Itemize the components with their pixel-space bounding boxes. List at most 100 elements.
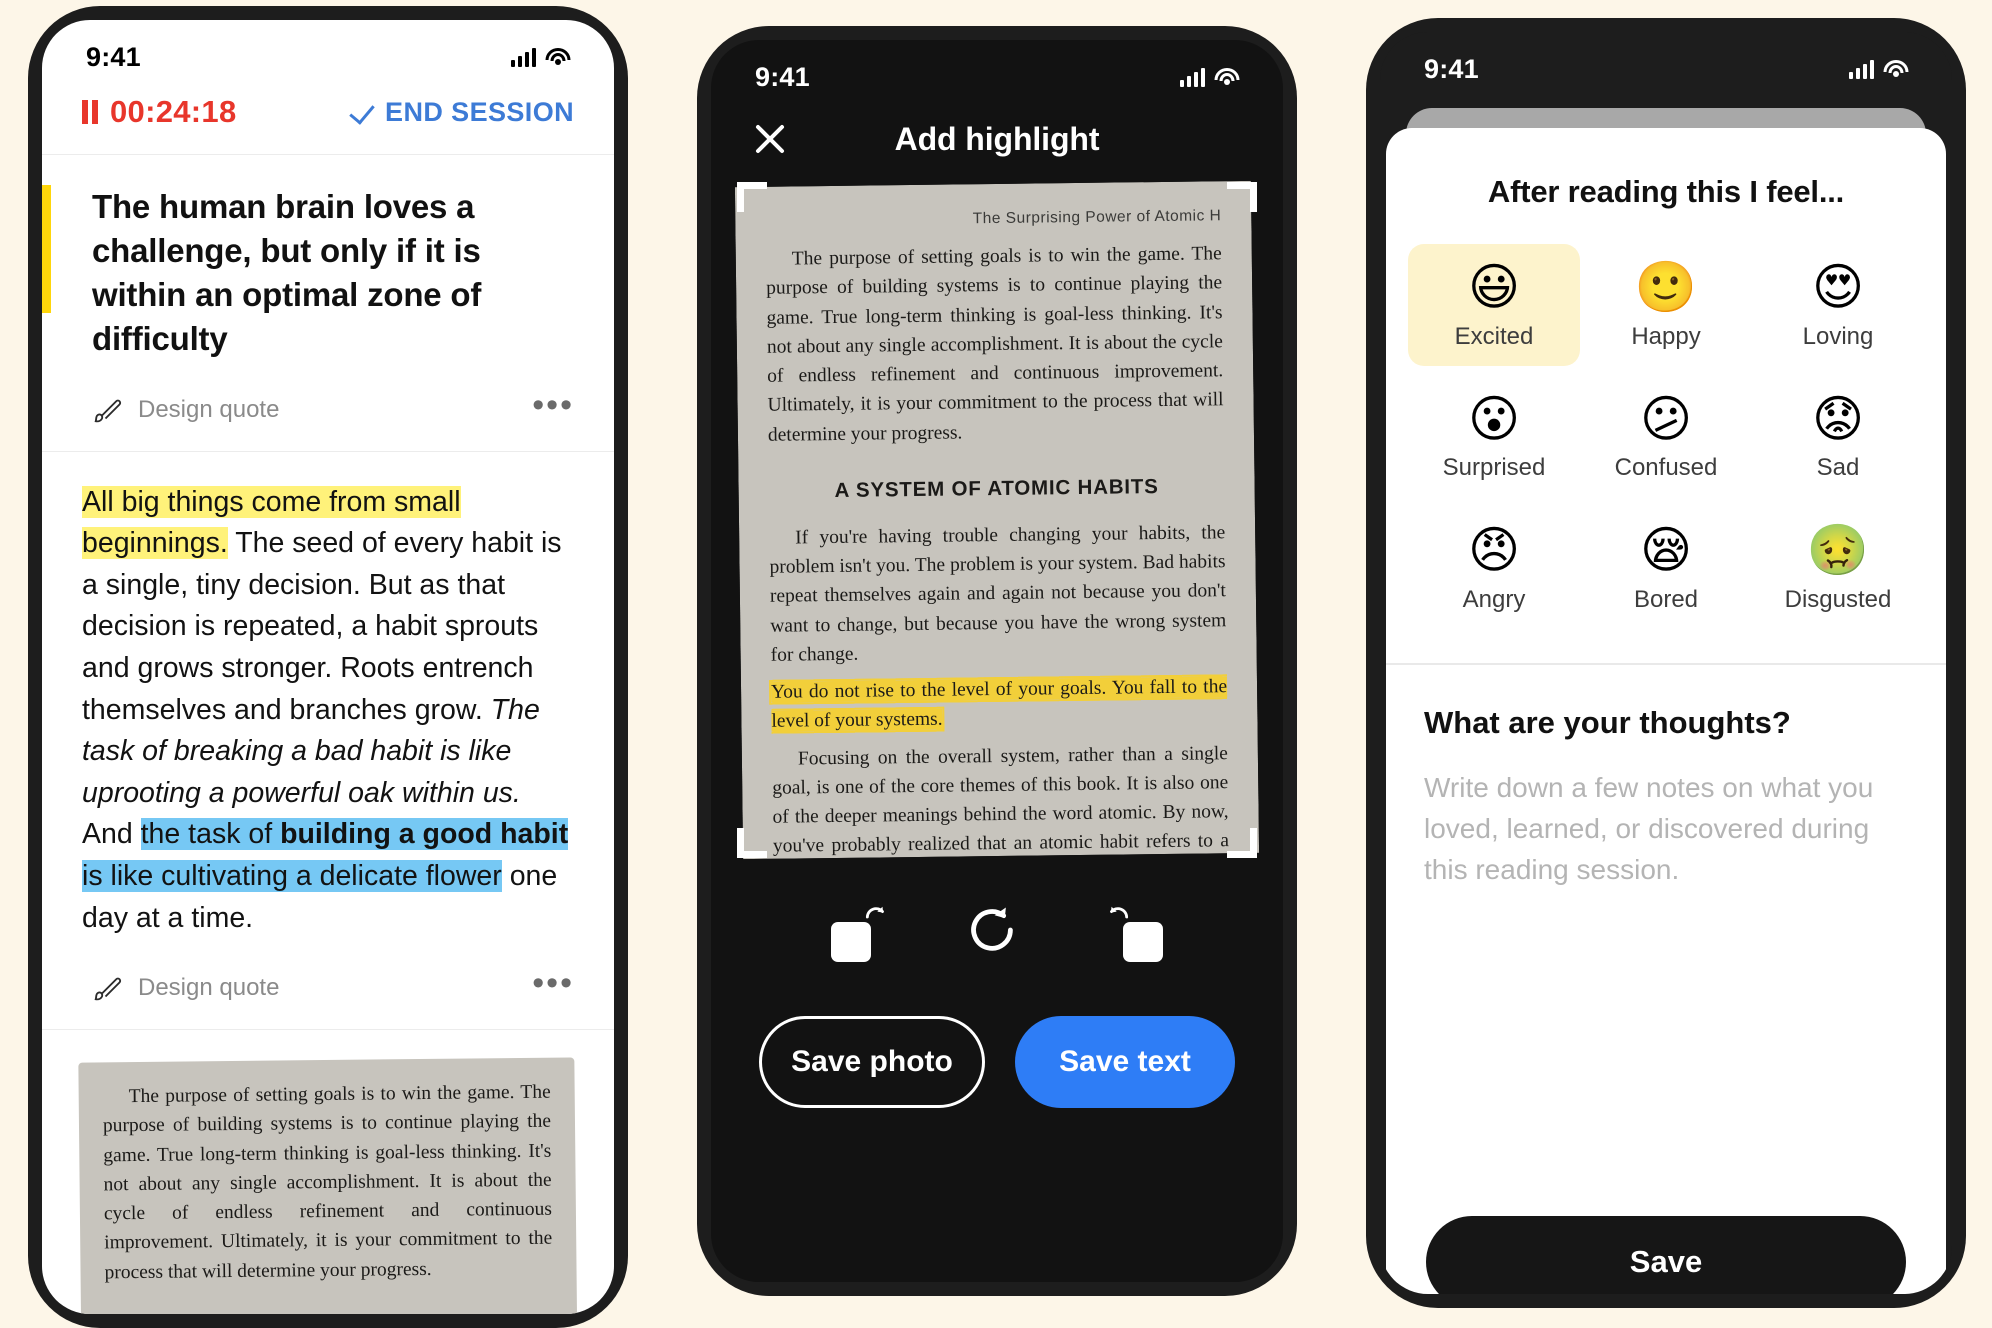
quote-source-2: Design quote	[92, 973, 279, 1003]
mood-label-excited: Excited	[1454, 322, 1534, 350]
mood-option-happy[interactable]: 🙂 Happy	[1580, 244, 1752, 366]
mood-option-loving[interactable]: 😍 Loving	[1752, 244, 1924, 366]
crop-handle-bottom-right[interactable]	[1227, 828, 1257, 858]
mood-option-angry[interactable]: 😠 Angry	[1408, 507, 1580, 629]
mood-label-confused: Confused	[1614, 454, 1718, 481]
mood-label-loving: Loving	[1802, 322, 1874, 350]
phone2-screen: 9:41 Add highlight The Surprising Power …	[711, 40, 1283, 1282]
crop-viewport[interactable]: The Surprising Power of Atomic H The pur…	[734, 180, 1260, 860]
quote-card-footer: Design quote •••	[80, 361, 576, 451]
save-text-button[interactable]: Save text	[1015, 1016, 1235, 1108]
mood-label-happy: Happy	[1631, 322, 1701, 350]
quote-source-label: Design quote	[138, 395, 280, 423]
wifi-icon	[1883, 59, 1908, 79]
scanned-page-preview[interactable]: The purpose of setting goals is to win t…	[42, 1030, 614, 1314]
phone-reading-session: 9:41 00:24:18 END SESSION The human brai…	[28, 6, 628, 1328]
quote-accent-bar	[42, 185, 51, 313]
book-heading: A SYSTEM OF ATOMIC HABITS	[834, 474, 1159, 502]
quote-body: All big things come from small beginning…	[80, 482, 576, 940]
cellular-bars-icon	[1849, 59, 1874, 79]
pause-icon[interactable]	[82, 100, 98, 124]
mood-option-disgusted[interactable]: 🤢 Disgusted	[1752, 507, 1924, 629]
crop-handle-bottom-left[interactable]	[737, 828, 767, 858]
mood-option-excited[interactable]: 😃 Excited	[1408, 244, 1580, 366]
check-icon	[352, 101, 374, 123]
thoughts-heading: What are your thoughts?	[1424, 704, 1791, 740]
mood-option-bored[interactable]: 😪 Bored	[1580, 507, 1752, 629]
quote-title: The human brain loves a challenge, but o…	[92, 188, 482, 357]
save-button[interactable]: Save	[1426, 1216, 1906, 1294]
brush-icon	[94, 977, 122, 1001]
book-heading: A SYSTEM OF ATOMIC HABITS	[105, 1313, 553, 1314]
add-highlight-header: Add highlight	[711, 102, 1283, 184]
phone1-screen: 9:41 00:24:18 END SESSION The human brai…	[42, 20, 614, 1314]
mood-label-surprised: Surprised	[1442, 454, 1546, 481]
mood-label-angry: Angry	[1462, 585, 1526, 613]
highlight-blue-b[interactable]: is like cultivating a delicate flower	[82, 859, 502, 892]
modal-sheet-stack: After reading this I feel... 😃 Excited 🙂…	[1380, 94, 1952, 1294]
book-paragraph-1: The purpose of setting goals is to win t…	[102, 1081, 553, 1284]
emoji-confused-icon: 😕	[1639, 389, 1693, 448]
emoji-sad-icon: 😟	[1811, 389, 1865, 448]
save-photo-button[interactable]: Save photo	[759, 1016, 985, 1108]
book-running-head: The Surprising Power of Atomic H	[972, 207, 1222, 228]
crop-actions: Save photo Save text	[711, 982, 1283, 1108]
book-paragraph-3: Focusing on the overall system, rather t…	[772, 742, 1230, 858]
reset-rotation-icon[interactable]	[966, 904, 1028, 962]
emoji-angry-icon: 😠	[1467, 521, 1521, 579]
quote-card-1[interactable]: The human brain loves a challenge, but o…	[42, 155, 614, 452]
status-time: 9:41	[755, 61, 810, 92]
status-bar: 9:41	[711, 40, 1283, 102]
image-tools	[711, 856, 1283, 982]
quote-source-label-2: Design quote	[138, 974, 280, 1002]
crop-handle-top-left[interactable]	[737, 182, 767, 212]
brush-icon	[94, 399, 122, 422]
emoji-happy-icon: 🙂	[1634, 258, 1698, 316]
mood-label-sad: Sad	[1816, 454, 1860, 481]
mood-option-surprised[interactable]: 😮 Surprised	[1408, 376, 1580, 498]
reflection-sheet: After reading this I feel... 😃 Excited 🙂…	[1386, 128, 1946, 1294]
quote-card-2[interactable]: All big things come from small beginning…	[42, 452, 614, 1031]
timer-value: 00:24:18	[110, 94, 237, 129]
book-paragraph-1: The purpose of setting goals is to win t…	[766, 243, 1224, 446]
more-horizontal-icon[interactable]: •••	[532, 388, 574, 421]
mood-grid: 😃 Excited 🙂 Happy 😍 Loving 😮 Surprised 😕…	[1386, 244, 1946, 663]
rotate-right-arrow	[1110, 906, 1129, 919]
rotate-left-arrow	[865, 906, 884, 919]
mood-option-sad[interactable]: 😟 Sad	[1752, 376, 1924, 498]
status-icons	[511, 47, 570, 67]
mood-option-confused[interactable]: 😕 Confused	[1580, 376, 1752, 498]
more-horizontal-icon[interactable]: •••	[532, 967, 574, 1000]
status-time: 9:41	[1424, 53, 1479, 84]
emoji-excited-icon: 😃	[1467, 258, 1521, 316]
page-title: Add highlight	[894, 120, 1100, 157]
emoji-loving-icon: 😍	[1811, 258, 1865, 316]
emoji-disgusted-icon: 🤢	[1806, 521, 1870, 579]
highlight-blue-a[interactable]: the task of	[140, 818, 281, 851]
counterclockwise-arrow-icon	[971, 907, 1013, 951]
end-session-button[interactable]: END SESSION	[352, 97, 574, 128]
session-toolbar: 00:24:18 END SESSION	[42, 82, 614, 155]
mood-label-bored: Bored	[1633, 585, 1699, 613]
mood-label-disgusted: Disgusted	[1784, 585, 1892, 613]
rotate-right-icon[interactable]	[1103, 904, 1165, 962]
book-highlight-line: You do not rise to the level of your goa…	[770, 676, 1228, 733]
phone3-screen: 9:41 After reading this I feel... 😃 Exci…	[1380, 32, 1952, 1294]
cellular-bars-icon	[1180, 67, 1205, 87]
thoughts-input[interactable]: Write down a few notes on what you loved…	[1424, 767, 1908, 891]
status-icons	[1180, 67, 1239, 87]
quote-card-footer-2: Design quote •••	[80, 939, 576, 1029]
status-bar: 9:41	[42, 20, 614, 82]
rotate-left-icon[interactable]	[829, 904, 891, 962]
highlight-blue-bold[interactable]: building a good habit	[280, 818, 569, 851]
crop-handle-top-right[interactable]	[1227, 182, 1257, 212]
emoji-bored-icon: 😪	[1639, 521, 1693, 579]
book-paragraph-2: If you're having trouble changing your h…	[769, 521, 1227, 666]
three-phone-mockup: 9:41 00:24:18 END SESSION The human brai…	[0, 0, 1992, 1328]
book-page-thumbnail[interactable]: The purpose of setting goals is to win t…	[78, 1057, 578, 1314]
session-timer[interactable]: 00:24:18	[82, 94, 237, 130]
end-session-label: END SESSION	[385, 96, 574, 127]
quote-source: Design quote	[92, 395, 279, 425]
book-page-scan[interactable]: The Surprising Power of Atomic H The pur…	[734, 180, 1260, 860]
cellular-bars-icon	[511, 47, 536, 67]
